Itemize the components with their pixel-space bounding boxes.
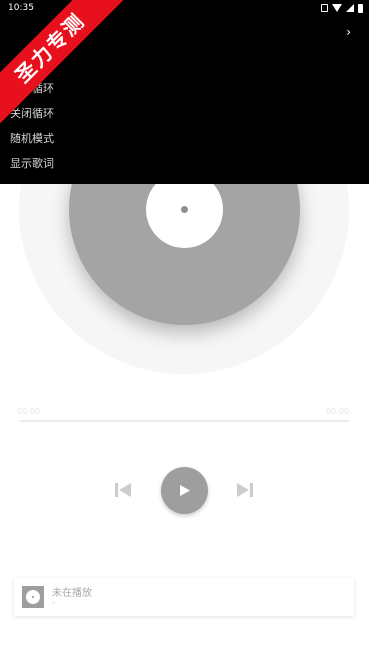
now-playing-artist: - [52, 598, 55, 607]
wifi-icon [332, 4, 342, 12]
disc-spindle [181, 206, 188, 213]
now-playing-title: 未在播放 [52, 588, 92, 599]
music-player-screen: 10:35 › 顺序循环 关闭循环 随机模式 显示歌词 圣力专测 00:00 0… [0, 0, 369, 656]
vibrate-icon [321, 4, 328, 12]
play-icon [180, 485, 190, 496]
status-time: 10:35 [8, 3, 34, 13]
total-time: 00:00 [325, 407, 349, 416]
signal-icon [346, 4, 354, 12]
next-button[interactable] [236, 481, 254, 499]
battery-icon [358, 3, 363, 13]
progress-bar[interactable] [20, 420, 349, 422]
skip-previous-icon [115, 483, 131, 497]
menu-item-close-loop[interactable]: 关闭循环 [10, 105, 54, 121]
skip-next-icon [237, 483, 253, 497]
chevron-right-icon[interactable]: › [346, 25, 351, 39]
menu-item-random-mode[interactable]: 随机模式 [10, 130, 54, 146]
status-bar: 10:35 [0, 0, 369, 16]
album-thumbnail [22, 586, 44, 608]
now-playing-bar[interactable]: 未在播放 - [14, 578, 354, 616]
menu-item-show-lyrics[interactable]: 显示歌词 [10, 155, 54, 171]
status-icons [321, 0, 363, 16]
previous-button[interactable] [114, 481, 132, 499]
current-time: 00:00 [17, 407, 41, 416]
thumbnail-disc-spindle [32, 596, 34, 598]
play-button[interactable] [161, 467, 208, 514]
